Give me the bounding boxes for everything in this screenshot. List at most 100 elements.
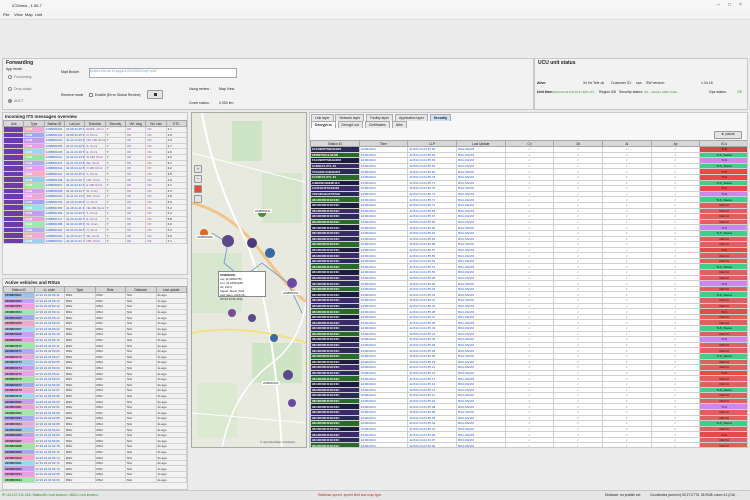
- close-icon[interactable]: ×: [739, 2, 742, 8]
- direction: NE 180 Omni: [84, 204, 106, 211]
- mqtt-broker-input[interactable]: broker.v2x-ce.t4.apps.3-00:00002.tcp+vm2: [89, 68, 237, 78]
- tab-link-layer[interactable]: Link layer: [311, 114, 334, 121]
- lat-lon: 42.40 24.20 83.10: [63, 198, 86, 206]
- security-table: Station ID Time LLP Last Update Ch Ok Ai Ap ECs …: [310, 140, 747, 447]
- direction: W 180 Omni: [84, 154, 106, 161]
- lat-lon: 42.44 24.31 69.29: [63, 181, 86, 189]
- lat-lon: 42.46 24.41 72.25: [63, 237, 86, 245]
- its-title: Incoming ITS messages overview: [5, 114, 77, 119]
- ll-code: 42.93 24.04 82.95: [33, 392, 65, 400]
- table-row[interactable]: 96C3D08F4F9CF3C 22/06/2024 42.843 24.04 84…: [310, 442, 747, 447]
- station-id: 2208800210: [43, 237, 65, 245]
- window-title: ICOview - 1.56.7: [12, 3, 42, 8]
- security-subtabs: Decrypt in Decrypt out Certificates Attr…: [310, 120, 747, 128]
- station-id: 2208800166: [43, 209, 65, 217]
- mode-forwarding[interactable]: Forwarding: [8, 75, 32, 80]
- lat-lon: 42.41 24.29 58.15: [63, 209, 86, 217]
- role: RSU: [94, 476, 126, 484]
- minimize-icon[interactable]: –: [717, 2, 720, 8]
- mode-drop-adapt[interactable]: Drop-adapt: [8, 87, 32, 92]
- station-id: 2208820034: [43, 126, 65, 133]
- station-id: 2208800044: [43, 165, 65, 172]
- forwarding-panel: Forwarding App mode Forwarding Drop-adap…: [2, 58, 534, 110]
- ll-code: 42.93 24.04 82.93: [33, 398, 65, 405]
- enable-error-review-checkbox[interactable]: Enable (Error Global Review): [89, 93, 141, 98]
- check-icon: ✓: [504, 442, 555, 447]
- station-id: 2208800128: [43, 176, 65, 183]
- lat-lon: 42.44 24.30 99.14: [63, 137, 86, 144]
- radio-icon: [8, 75, 12, 80]
- subtab-attrs[interactable]: Attrs: [391, 121, 407, 128]
- lat-lon: 42.41 24.44 78.88: [63, 187, 86, 195]
- ll-code: 42.93 24.04 82.70: [33, 465, 65, 472]
- customer-id-label: Customer ID:: [611, 81, 632, 85]
- tab-security[interactable]: Security: [429, 114, 452, 121]
- menubar: File View Map Unit: [0, 11, 750, 20]
- menu-map[interactable]: Map: [25, 12, 33, 17]
- check-icon: ✓: [601, 442, 652, 447]
- layers-icon[interactable]: [194, 195, 202, 203]
- unit-time-label: Unit time:: [537, 90, 554, 94]
- location-pin-icon[interactable]: [194, 185, 202, 193]
- station-id: 2208800222: [43, 193, 65, 200]
- window-titlebar: ICOview - 1.56.7 – □ × File View Map Uni…: [0, 0, 750, 50]
- status-distance: Distance: no prabile set: [605, 493, 641, 497]
- layer-tabs: Link layer Network layer Facility layer …: [310, 113, 747, 121]
- subtab-decrypt-out[interactable]: Decrypt out: [337, 121, 363, 128]
- tab-facility-layer[interactable]: Facility layer: [366, 114, 393, 121]
- mode-anct[interactable]: ANCT: [8, 99, 24, 104]
- cover-radius-label: Cover radius :: [189, 101, 211, 105]
- ll-code: 42.93 24.04 82.80: [33, 437, 65, 444]
- station-id: 2208800121: [43, 170, 65, 178]
- distance: N/A: [125, 476, 157, 484]
- alive-value: 34 Hz Tele ok: [583, 81, 605, 85]
- station-id: 2208800204: [43, 232, 65, 239]
- ll-code: 42.93 24.04 82.76: [33, 448, 65, 456]
- lat-lon: 42.46 24.12 82.42: [63, 165, 86, 172]
- station-id: 2208800192: [43, 226, 65, 234]
- zoom-in-icon[interactable]: +: [194, 165, 202, 173]
- status-network: IP=10.127.211.216; StationID=<not known>…: [2, 493, 99, 497]
- menu-unit[interactable]: Unit: [35, 12, 42, 17]
- ll-code: 42.93 24.04 82.99: [33, 381, 65, 389]
- ll-code: 42.93 24.04 82.84: [33, 426, 65, 433]
- record-button[interactable]: [147, 90, 163, 99]
- lat-lon: 42.41 24.13 65.37: [63, 193, 86, 200]
- direction: NW 180 Omni: [84, 137, 106, 144]
- link-indicator: [3, 237, 25, 245]
- lat-lon: 42.41 24.13 81.26: [63, 159, 86, 167]
- station-id: 2208800098: [43, 187, 65, 195]
- ll-code: 42.93 24.04 83.07: [33, 353, 65, 361]
- menu-file[interactable]: File: [3, 12, 9, 17]
- vehicles-table: Station ID LL code Type Role Distance Last up…: [3, 286, 187, 484]
- station-id: 2208800101: [43, 131, 65, 139]
- subtab-decrypt-in[interactable]: Decrypt in: [311, 121, 336, 128]
- ll-code: 42.93 24.04 83.01: [33, 370, 65, 377]
- time: 22/06/2024: [358, 442, 409, 447]
- llp: 42.843 24.04 84.96: [407, 442, 457, 447]
- lat-lon: 42.41 24.46 59.50: [63, 148, 86, 155]
- ecs-status: CEO ttt: [699, 442, 747, 447]
- security-table-container: Station ID Time LLP Last Update Ch Ok Ai Ap ECs …: [310, 140, 747, 447]
- security-status-label: Security status:: [619, 90, 643, 94]
- map-view[interactable]: + − 2208800061 Lat: 42.29981755 Lon: 24.…: [191, 112, 307, 448]
- using-review-value: Map View: [219, 87, 235, 91]
- map-zoom-controls: + −: [194, 165, 202, 209]
- zoom-out-icon[interactable]: −: [194, 175, 202, 183]
- map-label: 2208800101: [262, 381, 280, 385]
- table-row[interactable]: 2208800094 42.93 24.04 82.66 RSU RSU N/A 2s a…: [3, 476, 187, 484]
- menu-view[interactable]: View: [14, 12, 23, 17]
- maximize-icon[interactable]: □: [728, 2, 731, 8]
- tab-network-layer[interactable]: Network layer: [335, 114, 365, 121]
- ll-code: 42.93 24.04 83.22: [33, 325, 65, 333]
- tab-application-layer[interactable]: Application layer: [394, 114, 428, 121]
- ll-code: 42.93 24.04 83.03: [33, 364, 65, 372]
- station-id: 96C3D08F4F9CF3C: [310, 442, 360, 447]
- last-update: BUG DEVM: [455, 442, 506, 447]
- pause-button[interactable]: ► pause: [714, 131, 742, 139]
- table-row[interactable]: CAM220880021042.46 24.41 72.25NW, OmniYO…: [3, 237, 187, 245]
- check-icon: ✓: [553, 442, 603, 447]
- security-panel: Link layer Network layer Facility layer …: [309, 112, 748, 448]
- lat-lon: 42.42 24.45 91.12: [63, 170, 86, 178]
- subtab-certificates[interactable]: Certificates: [364, 121, 390, 128]
